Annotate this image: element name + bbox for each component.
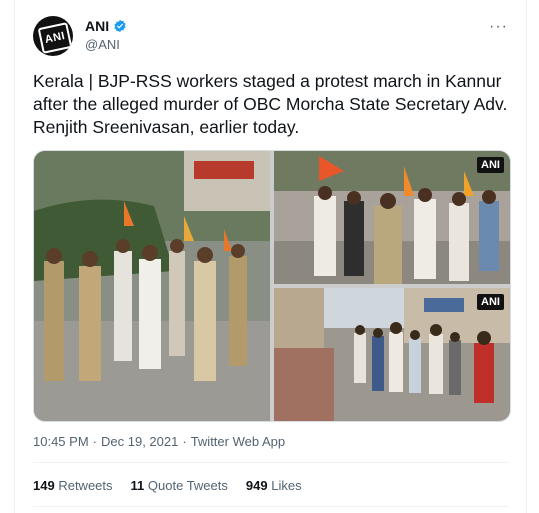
meta-separator: · (182, 434, 187, 449)
protest-photo-1[interactable] (34, 151, 270, 421)
likes-count: 949 (245, 478, 268, 493)
retweets-label: Retweets (58, 478, 113, 493)
ani-watermark: ANI (477, 294, 504, 310)
ani-watermark: ANI (477, 157, 504, 173)
author-name[interactable]: ANI (85, 18, 109, 34)
likes-label: Likes (271, 478, 302, 493)
more-options-icon[interactable]: ··· (489, 18, 508, 36)
tweet-text: Kerala | BJP-RSS workers staged a protes… (33, 71, 508, 137)
author-name-row[interactable]: ANI (85, 18, 127, 34)
protest-photo-2[interactable]: ANI (274, 151, 510, 284)
protest-photo-3[interactable]: ANI (274, 288, 510, 421)
engagement-stats: 149 Retweets 11 Quote Tweets 949 Likes (33, 478, 302, 493)
author-handle[interactable]: @ANI (85, 37, 120, 52)
likes-stat[interactable]: 949 Likes (246, 478, 302, 493)
protest-photo-1-graphic (34, 151, 270, 421)
retweets-stat[interactable]: 149 Retweets (33, 478, 113, 493)
tweet-meta: 10:45 PM · Dec 19, 2021 · Twitter Web Ap… (33, 434, 285, 449)
verified-badge-icon (114, 19, 126, 33)
quotes-stat[interactable]: 11 Quote Tweets (131, 478, 228, 493)
meta-separator: · (92, 434, 97, 449)
media-grid: ANI ANI (33, 150, 511, 422)
retweets-count: 149 (33, 478, 55, 493)
tweet-source[interactable]: Twitter Web App (191, 434, 285, 449)
tweet-time[interactable]: 10:45 PM (33, 434, 89, 449)
divider (33, 462, 509, 463)
quotes-label: Quote Tweets (147, 478, 228, 493)
tweet-card: ANI ANI @ANI ··· Kerala | BJP-RSS worker… (14, 0, 527, 513)
avatar[interactable]: ANI (33, 16, 73, 56)
divider (33, 506, 509, 507)
tweet-date[interactable]: Dec 19, 2021 (101, 434, 178, 449)
protest-photo-2-graphic (274, 151, 510, 284)
quotes-count: 11 (130, 478, 145, 493)
protest-photo-3-graphic (274, 288, 510, 421)
ani-logo: ANI (37, 22, 73, 54)
